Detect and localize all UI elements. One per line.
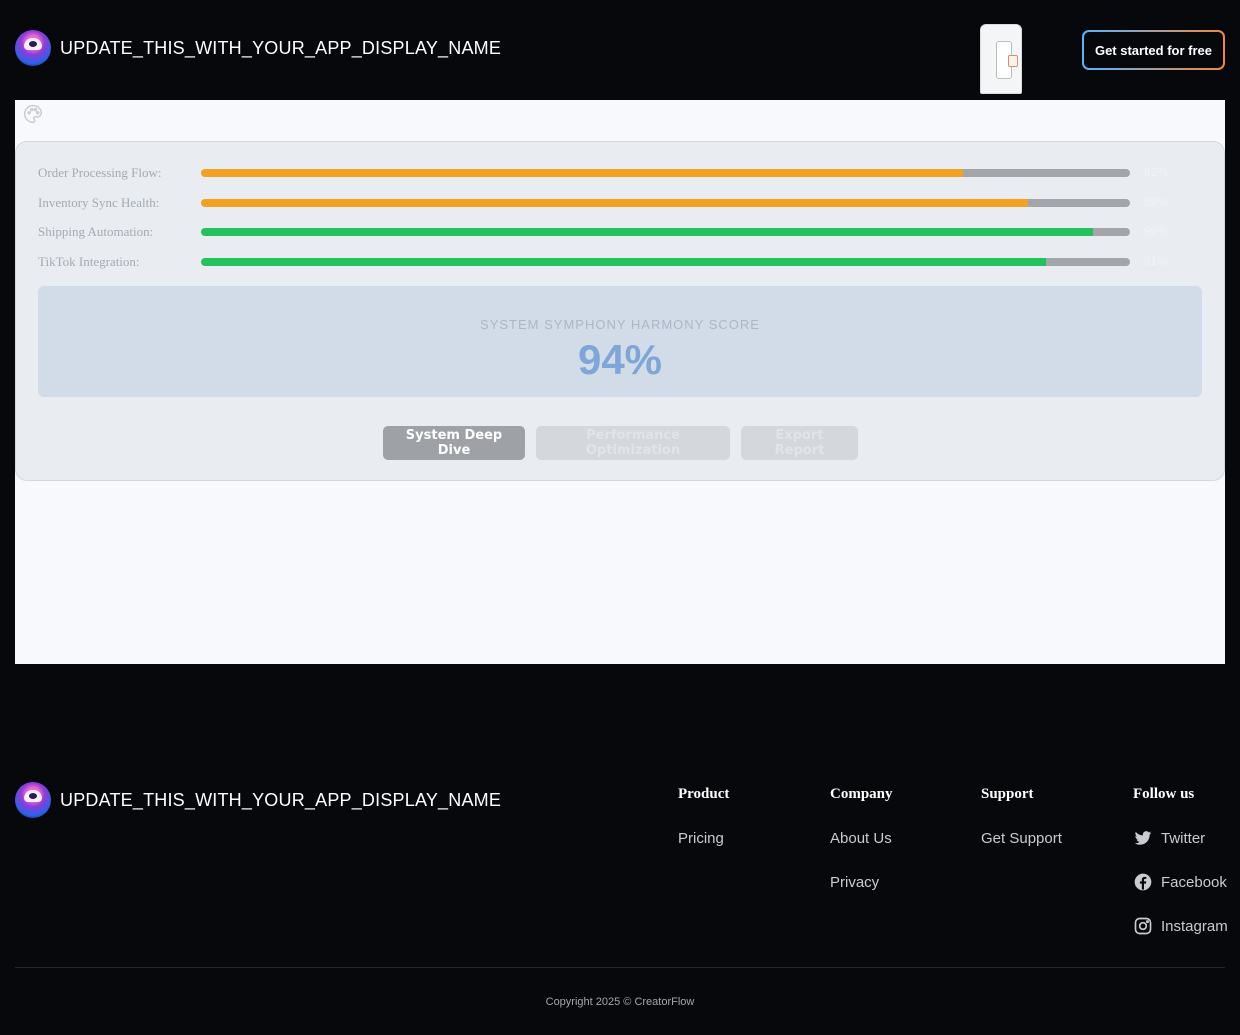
facebook-icon xyxy=(1134,873,1152,891)
metric-percent: 96% xyxy=(1144,224,1169,238)
metric-label: TikTok Integration: xyxy=(38,254,140,269)
progress-fill xyxy=(201,228,1093,236)
brand-link[interactable]: UPDATE_THIS_WITH_YOUR_APP_DISPLAY_NAME xyxy=(15,30,501,66)
footer-link-instagram[interactable]: Instagram xyxy=(1133,917,1228,935)
instagram-label: Instagram xyxy=(1161,917,1228,935)
footer-link-twitter[interactable]: Twitter xyxy=(1133,829,1228,847)
twitter-icon xyxy=(1134,831,1152,845)
footer-link-privacy[interactable]: Privacy xyxy=(830,873,893,891)
progress-fill xyxy=(201,258,1047,266)
facebook-label: Facebook xyxy=(1161,873,1227,891)
score-label: SYSTEM SYMPHONY HARMONY SCORE xyxy=(480,317,760,332)
metric-percent: 89% xyxy=(1144,195,1169,209)
dashboard-frame: Order Processing Flow: 82% Inventory Syn… xyxy=(15,100,1225,664)
metric-order-processing: Order Processing Flow: 82% xyxy=(38,164,1198,182)
footer-brand[interactable]: UPDATE_THIS_WITH_YOUR_APP_DISPLAY_NAME xyxy=(15,782,501,818)
metric-label: Order Processing Flow: xyxy=(38,165,162,180)
footer-link-about[interactable]: About Us xyxy=(830,829,893,847)
footer-heading: Follow us xyxy=(1133,786,1195,802)
metric-tiktok-integration: TikTok Integration: 91% xyxy=(38,253,1198,271)
footer-heading: Support xyxy=(981,786,1034,802)
progress-track xyxy=(201,228,1130,236)
footer-heading: Company xyxy=(830,786,893,802)
progress-track xyxy=(201,199,1130,207)
footer-link-get-support[interactable]: Get Support xyxy=(981,829,1062,847)
progress-fill xyxy=(201,169,963,177)
get-started-button[interactable]: Get started for free xyxy=(1082,30,1225,70)
metric-percent: 91% xyxy=(1144,254,1169,268)
footer-divider xyxy=(15,967,1225,968)
export-report-button[interactable]: Export Report xyxy=(741,426,858,460)
footer-app-name: UPDATE_THIS_WITH_YOUR_APP_DISPLAY_NAME xyxy=(60,789,502,810)
instagram-icon xyxy=(1134,917,1152,935)
metric-label: Shipping Automation: xyxy=(38,224,154,239)
widget-badge-icon xyxy=(1008,55,1018,67)
copyright-text: Copyright 2025 © CreatorFlow xyxy=(545,996,695,1008)
score-value: 94% xyxy=(577,336,663,383)
footer-col-support: Support Get Support xyxy=(981,786,1062,873)
progress-track xyxy=(201,258,1130,266)
footer-col-follow: Follow us Twitter Facebook Instagram xyxy=(1133,786,1228,961)
metric-label: Inventory Sync Health: xyxy=(38,195,160,210)
progress-fill xyxy=(201,199,1028,207)
progress-track xyxy=(201,169,1130,177)
footer-col-company: Company About Us Privacy xyxy=(830,786,893,917)
floating-widget[interactable] xyxy=(980,24,1022,94)
palette-icon[interactable] xyxy=(23,104,43,124)
app-name: UPDATE_THIS_WITH_YOUR_APP_DISPLAY_NAME xyxy=(60,37,502,58)
system-health-card: Order Processing Flow: 82% Inventory Syn… xyxy=(15,141,1225,481)
action-buttons: System Deep Dive Performance Optimizatio… xyxy=(383,426,858,460)
metric-inventory-sync: Inventory Sync Health: 89% xyxy=(38,194,1198,212)
metric-shipping-automation: Shipping Automation: 96% xyxy=(38,223,1198,241)
footer-link-facebook[interactable]: Facebook xyxy=(1133,873,1228,891)
top-navbar: UPDATE_THIS_WITH_YOUR_APP_DISPLAY_NAME G… xyxy=(0,0,1240,100)
system-deep-dive-button[interactable]: System Deep Dive xyxy=(383,426,525,460)
footer-logo xyxy=(15,782,51,818)
twitter-label: Twitter xyxy=(1161,829,1206,847)
harmony-score-panel: SYSTEM SYMPHONY HARMONY SCORE 94% xyxy=(38,286,1202,397)
app-logo xyxy=(15,30,51,66)
footer-link-pricing[interactable]: Pricing xyxy=(678,829,729,847)
footer-col-product: Product Pricing xyxy=(678,786,729,873)
performance-optimization-button[interactable]: Performance Optimization xyxy=(536,426,730,460)
metric-percent: 82% xyxy=(1144,165,1169,179)
footer-heading: Product xyxy=(678,786,730,802)
